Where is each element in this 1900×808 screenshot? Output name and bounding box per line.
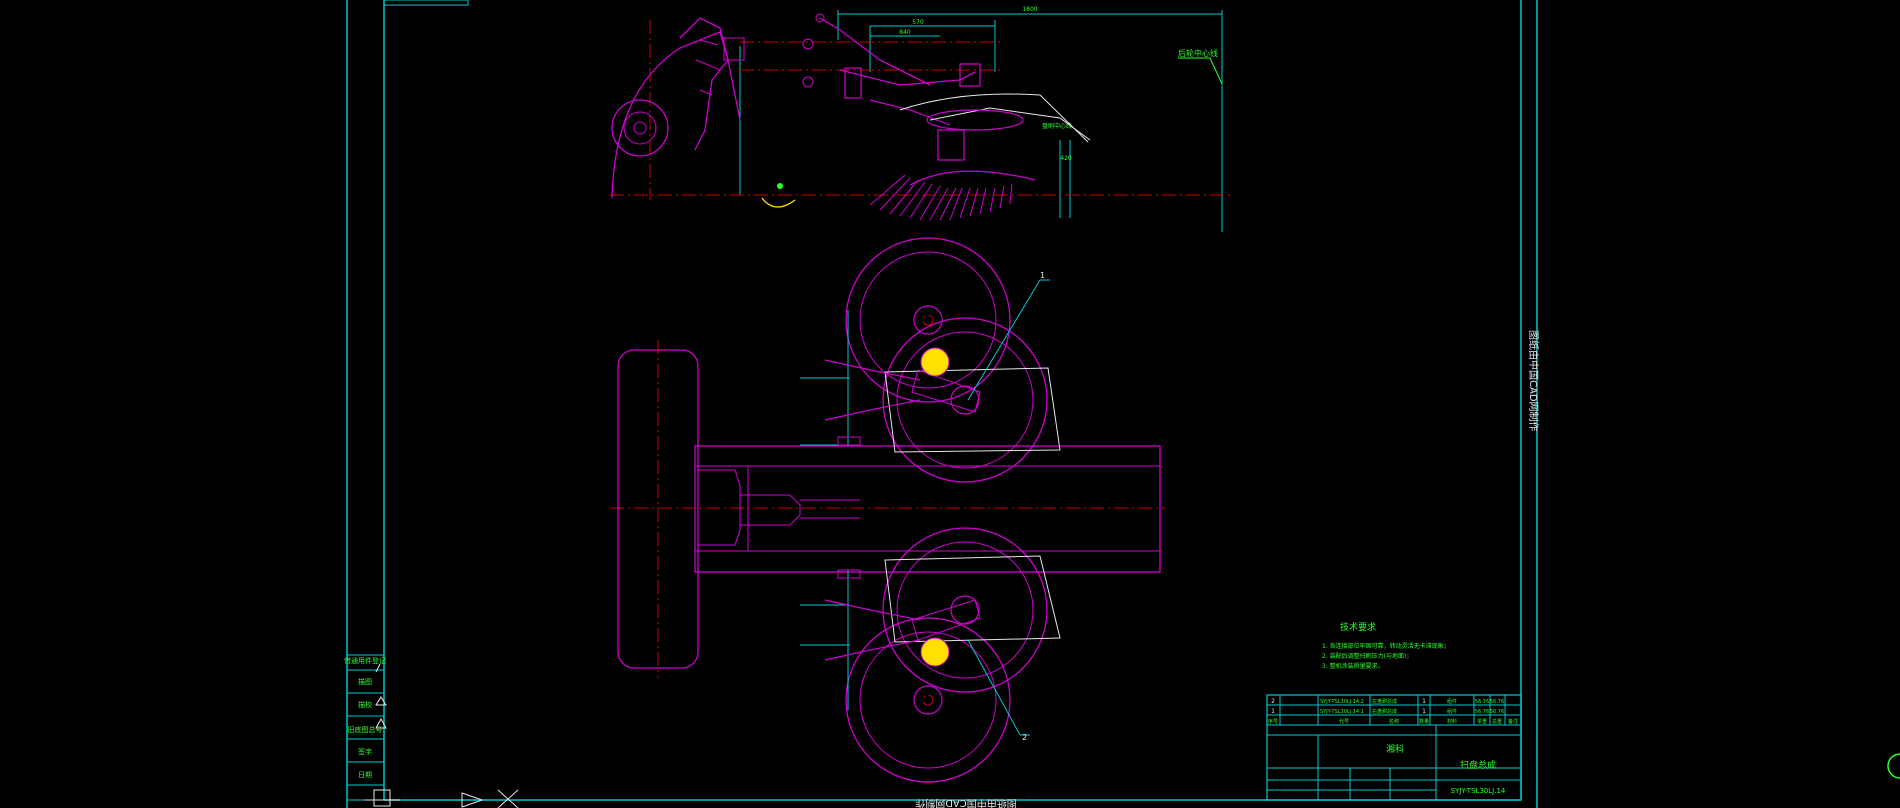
bom-row1-qty: 1: [1422, 708, 1426, 715]
bom-row1-total-weight: 56.76: [1490, 709, 1504, 715]
part-label-1: 1: [1040, 271, 1045, 280]
bom-row2-unit-weight: 56.76: [1475, 699, 1489, 705]
dim-b: 840: [899, 29, 911, 36]
tech-requirements: 技术要求 1. 各连接部位牢固可靠，转动灵活无卡滞现象； 2. 装配后调整扫刷压…: [1322, 621, 1450, 670]
left-revision-strip: 借通用件登记 描图 描校 旧底图总号 签字 日期: [344, 654, 387, 801]
bom-row1-material: 组件: [1447, 708, 1457, 715]
tech-req-title: 技术要求: [1340, 621, 1376, 633]
bom-row1-unit-weight: 56.76: [1475, 709, 1489, 715]
right-strip-text: 图纸由中国CAD网制作: [1527, 330, 1540, 432]
drawing-number: SYJY-TSL30LJ.14: [1451, 787, 1506, 795]
strip-label-1: 借通用件登记: [344, 656, 386, 665]
lower-brush: 2: [800, 527, 1061, 783]
tech-req-line-1: 1. 各连接部位牢固可靠，转动灵活无卡滞现象；: [1322, 642, 1450, 650]
strip-label-2: 描图: [358, 677, 372, 686]
dim-a: 570: [912, 19, 924, 26]
bom-header-remarks: 备注: [1508, 718, 1518, 725]
part-label-2: 2: [1022, 733, 1027, 742]
bom-row2-total-weight: 56.76: [1490, 699, 1504, 705]
title-block: 2 SYJY-TSL30LJ.14.2 左盘刷总成 1 组件 56.76 56.…: [1266, 694, 1522, 801]
bom-header-code: 代号: [1339, 718, 1349, 725]
bom-row1-name: 右盘刷总成: [1372, 708, 1397, 715]
bom-row1-no: 1: [1271, 708, 1275, 715]
label-rear-wheel-centerline: 后轮中心线: [1178, 48, 1218, 58]
bom-row2-no: 2: [1271, 698, 1275, 705]
bottom-strip-text: 图纸由中国CAD网制作: [915, 797, 1017, 808]
brush-bristles: [869, 174, 1013, 221]
bom-header-name: 名称: [1389, 718, 1399, 725]
edge-marker-icon: [1887, 753, 1900, 779]
cad-drawing-canvas: 借通用件登记 描图 描校 旧底图总号 签字 日期 1800 570 840 42…: [344, 0, 1900, 808]
unit-name: 扫盘总成: [1460, 759, 1496, 771]
bom-header-material: 材料: [1447, 718, 1457, 725]
bom-row1-code: SYJY-TSL30LJ.14.1: [1320, 709, 1364, 715]
bom-header-no: 序号: [1268, 718, 1278, 725]
ucs-icon: [364, 789, 519, 808]
bom-header-unit-weight: 单重: [1477, 718, 1487, 725]
bom-row2-qty: 1: [1422, 698, 1426, 705]
tech-req-line-2: 2. 装配后调整扫刷压力(与地面)；: [1322, 652, 1412, 660]
bom-header-total-weight: 总重: [1492, 718, 1502, 725]
drawing-frame: [346, 0, 1538, 808]
bom-row2-name: 左盘刷总成: [1372, 698, 1397, 705]
bom-header-qty: 数量: [1419, 718, 1429, 725]
side-view: 1800 570 840 420 后轮中心线 盘刷中心线: [610, 6, 1230, 232]
dim-total: 1800: [1022, 6, 1037, 13]
top-view: 1 2: [610, 237, 1165, 783]
strip-label-3: 描校: [358, 700, 372, 709]
bom-row2-code: SYJY-TSL30LJ.14.2: [1320, 699, 1364, 705]
tech-req-line-3: 3. 整机涂装质量要求。: [1322, 662, 1384, 670]
company-name: 湘科: [1386, 743, 1404, 755]
bom-row2-material: 组件: [1447, 698, 1457, 705]
strip-label-5: 签字: [358, 747, 372, 756]
strip-label-6: 日期: [358, 771, 372, 779]
dim-c: 420: [1060, 155, 1072, 162]
